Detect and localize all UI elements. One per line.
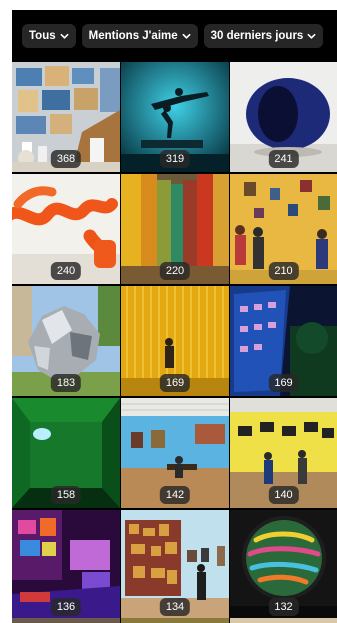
- post-thumbnail[interactable]: 169: [121, 286, 229, 396]
- like-count-badge: 240: [50, 262, 82, 280]
- like-count-badge: 134: [159, 598, 191, 616]
- post-thumbnail[interactable]: 210: [230, 174, 337, 284]
- post-thumbnail[interactable]: 134: [121, 510, 229, 620]
- post-thumbnail[interactable]: 241: [230, 62, 337, 172]
- next-row-peek: [12, 618, 337, 623]
- like-count-badge: 241: [268, 150, 299, 168]
- filter-bar: Tous Mentions J'aime 30 derniers jours: [12, 10, 337, 62]
- like-count-badge: 220: [159, 262, 191, 280]
- post-thumbnail[interactable]: 220: [121, 174, 229, 284]
- post-thumbnail[interactable]: [121, 618, 229, 623]
- post-thumbnail[interactable]: [12, 618, 120, 623]
- like-count-badge: 169: [268, 374, 299, 392]
- like-count-badge: 183: [50, 374, 82, 392]
- post-thumbnail[interactable]: 132: [230, 510, 337, 620]
- chevron-down-icon: [182, 33, 191, 39]
- post-thumbnail[interactable]: [230, 618, 337, 623]
- like-count-badge: 142: [159, 486, 191, 504]
- post-grid: 368 319 241 240 220 210 183 169 169 158 …: [12, 62, 337, 620]
- post-thumbnail[interactable]: 142: [121, 398, 229, 508]
- like-count-badge: 210: [268, 262, 299, 280]
- post-thumbnail[interactable]: 158: [12, 398, 120, 508]
- post-thumbnail[interactable]: 140: [230, 398, 337, 508]
- metric-filter-label: Mentions J'aime: [88, 30, 178, 42]
- post-thumbnail[interactable]: 319: [121, 62, 229, 172]
- metric-filter[interactable]: Mentions J'aime: [81, 24, 198, 48]
- post-thumbnail[interactable]: 183: [12, 286, 120, 396]
- period-filter-label: 30 derniers jours: [210, 30, 304, 42]
- chevron-down-icon: [307, 33, 316, 39]
- like-count-badge: 158: [50, 486, 82, 504]
- like-count-badge: 169: [159, 374, 191, 392]
- content-type-filter-label: Tous: [29, 30, 56, 42]
- like-count-badge: 136: [50, 598, 82, 616]
- post-thumbnail[interactable]: 368: [12, 62, 120, 172]
- post-thumbnail[interactable]: 169: [230, 286, 337, 396]
- like-count-badge: 319: [159, 150, 191, 168]
- content-type-filter[interactable]: Tous: [22, 24, 76, 48]
- insights-screen: Tous Mentions J'aime 30 derniers jours 3…: [12, 10, 337, 623]
- chevron-down-icon: [60, 33, 69, 39]
- post-thumbnail[interactable]: 136: [12, 510, 120, 620]
- like-count-badge: 368: [50, 150, 82, 168]
- like-count-badge: 132: [268, 598, 299, 616]
- post-thumbnail[interactable]: 240: [12, 174, 120, 284]
- period-filter[interactable]: 30 derniers jours: [203, 24, 324, 48]
- like-count-badge: 140: [268, 486, 299, 504]
